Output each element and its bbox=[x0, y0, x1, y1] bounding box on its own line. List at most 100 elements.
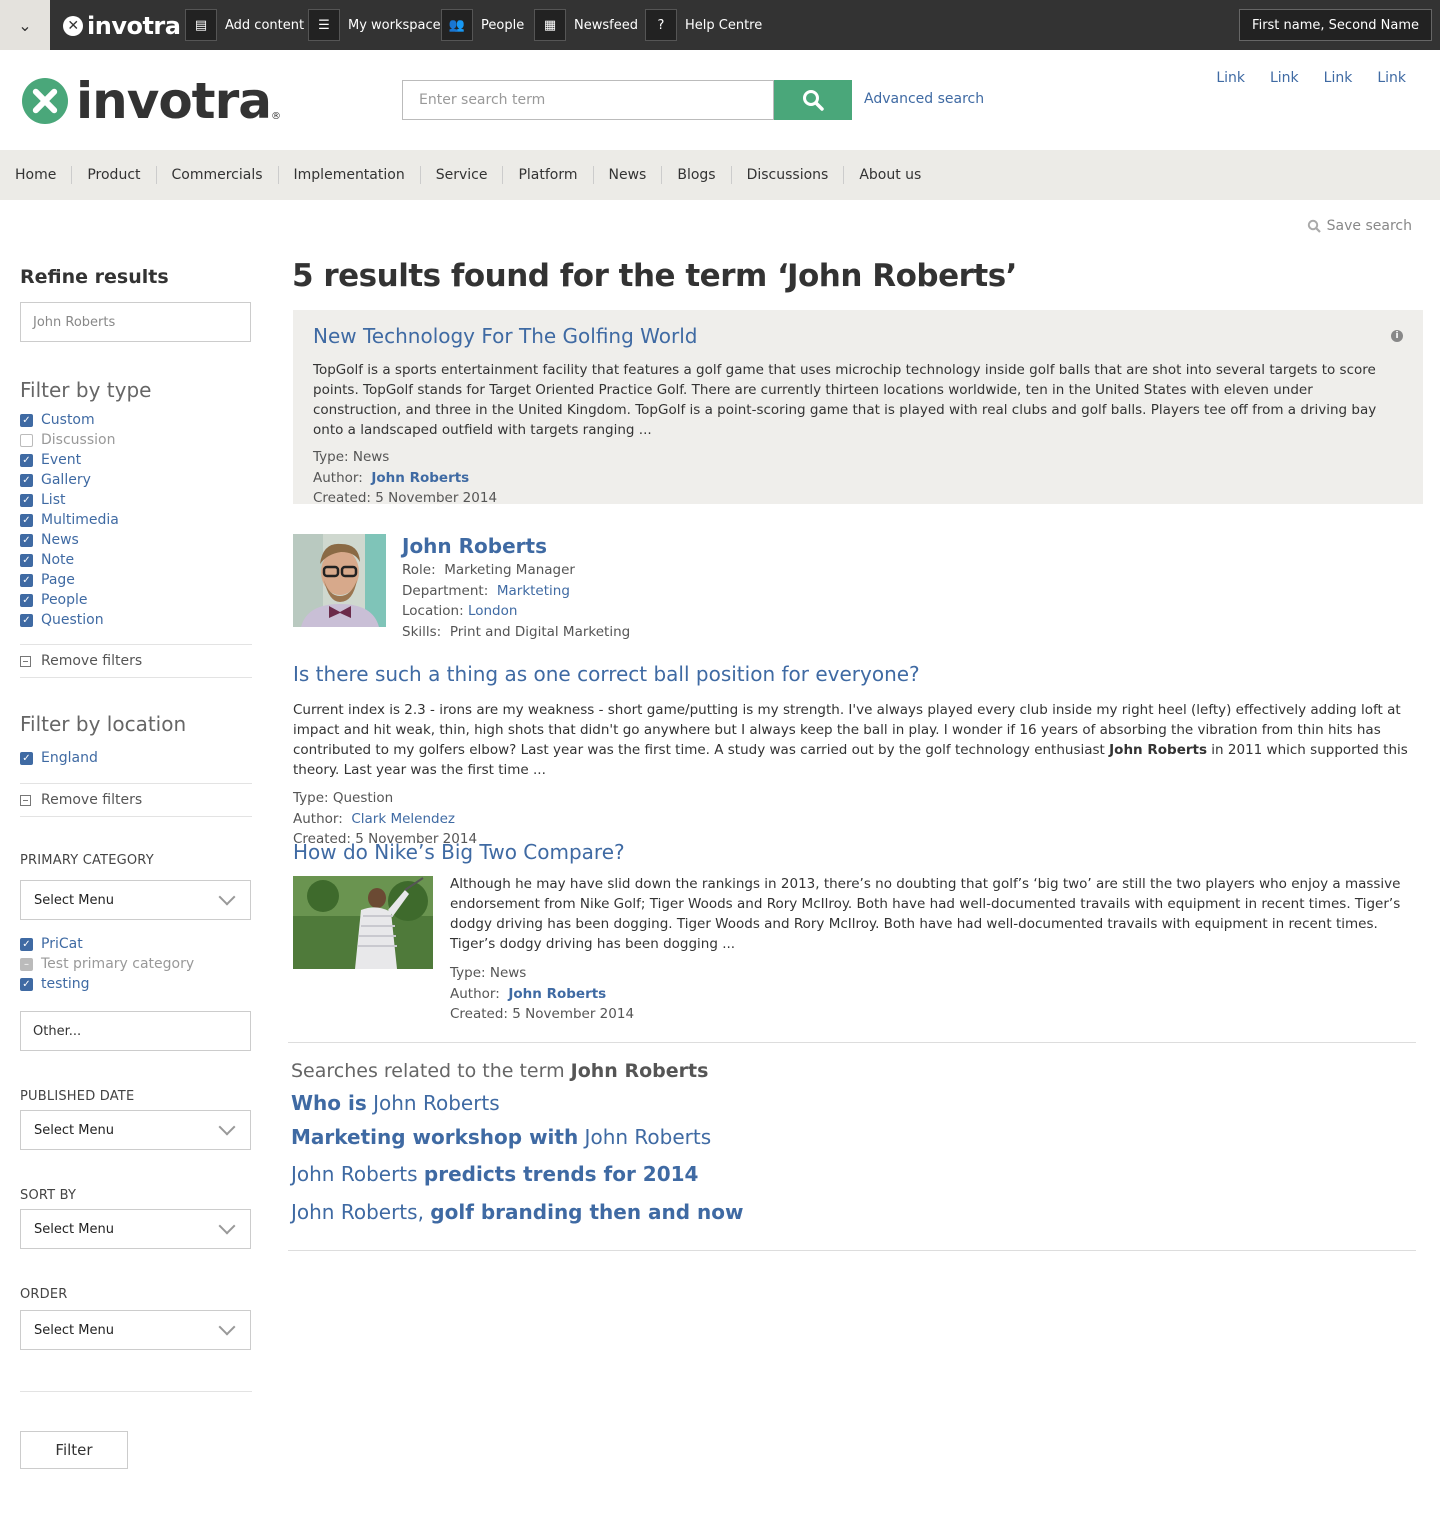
result-meta: Type: News Author: John Roberts Created:… bbox=[313, 449, 498, 506]
location-checkbox-england[interactable]: ✓ England bbox=[20, 748, 252, 768]
person-skills: Print and Digital Marketing bbox=[449, 623, 631, 640]
checkbox-checked-icon: ✓ bbox=[20, 513, 33, 527]
published-date-select[interactable]: Select Menu bbox=[20, 1110, 251, 1150]
nav-item-platform[interactable]: Platform bbox=[502, 166, 592, 184]
filter-button[interactable]: Filter bbox=[20, 1431, 128, 1469]
user-menu-button[interactable]: First name, Second Name bbox=[1239, 9, 1432, 41]
list-icon: ☰ bbox=[308, 9, 340, 41]
nav-item-product[interactable]: Product bbox=[71, 166, 155, 184]
double-chevron-down-icon: ⌄ bbox=[18, 15, 32, 35]
person-name-link[interactable]: John Roberts bbox=[402, 534, 547, 558]
minus-square-icon bbox=[20, 794, 31, 806]
checkbox-checked-icon: ✓ bbox=[20, 493, 33, 507]
result-created-date: 5 November 2014 bbox=[375, 490, 498, 506]
result-type: News bbox=[352, 449, 390, 465]
advanced-search-link[interactable]: Advanced search bbox=[864, 91, 984, 107]
nav-item-home[interactable]: Home bbox=[0, 166, 71, 184]
result-excerpt: Although he may have slid down the ranki… bbox=[450, 876, 1401, 952]
result-thumbnail[interactable] bbox=[293, 876, 433, 969]
header-link[interactable]: Link bbox=[1377, 70, 1406, 86]
type-checkbox-people[interactable]: ✓ People bbox=[20, 590, 252, 610]
chevron-down-icon bbox=[218, 1318, 236, 1336]
person-photo bbox=[293, 534, 386, 627]
type-checkbox-page[interactable]: ✓ Page bbox=[20, 570, 252, 590]
nav-item-commercials[interactable]: Commercials bbox=[155, 166, 278, 184]
checkbox-checked-icon: ✓ bbox=[20, 751, 33, 765]
category-checkbox-testing[interactable]: ✓ testing bbox=[20, 974, 252, 994]
related-searches-heading: Searches related to the term John Robert… bbox=[291, 1060, 709, 1082]
sort-by-select[interactable]: Select Menu bbox=[20, 1209, 251, 1249]
type-checkbox-multimedia[interactable]: ✓ Multimedia bbox=[20, 510, 252, 530]
toolbar-my-workspace[interactable]: ☰ My workspace bbox=[308, 0, 441, 50]
result-title-link[interactable]: How do Nike’s Big Two Compare? bbox=[293, 840, 625, 864]
remove-type-filters-button[interactable]: Remove filters bbox=[20, 644, 252, 678]
minus-square-icon bbox=[20, 655, 31, 667]
order-select[interactable]: Select Menu bbox=[20, 1310, 251, 1350]
header-link[interactable]: Link bbox=[1270, 70, 1299, 86]
search-result-question: Is there such a thing as one correct bal… bbox=[293, 662, 1413, 850]
refine-search-input[interactable]: John Roberts bbox=[20, 302, 251, 342]
nav-item-implementation[interactable]: Implementation bbox=[277, 166, 420, 184]
nav-item-service[interactable]: Service bbox=[419, 166, 503, 184]
related-search-link[interactable]: John Roberts predicts trends for 2014 bbox=[291, 1162, 698, 1186]
checkbox-checked-icon: ✓ bbox=[20, 453, 33, 467]
info-icon[interactable]: i bbox=[1391, 330, 1403, 342]
main-navigation: Home Product Commercials Implementation … bbox=[0, 150, 1440, 200]
chevron-down-icon bbox=[218, 1217, 236, 1235]
site-logo[interactable]: invotra ® bbox=[22, 72, 281, 130]
toolbar-toggle-button[interactable]: ⌄ bbox=[0, 0, 50, 50]
type-checkbox-list[interactable]: ✓ List bbox=[20, 490, 252, 510]
toolbar-people[interactable]: 👥 People bbox=[441, 0, 524, 50]
type-checkbox-event[interactable]: ✓ Event bbox=[20, 450, 252, 470]
related-search-link[interactable]: Who is John Roberts bbox=[291, 1091, 500, 1115]
search-input[interactable]: Enter search term bbox=[402, 80, 774, 120]
nav-item-discussions[interactable]: Discussions bbox=[730, 166, 844, 184]
save-search-link[interactable]: Save search bbox=[1307, 218, 1412, 234]
avatar[interactable] bbox=[293, 534, 386, 627]
search-button[interactable] bbox=[774, 80, 852, 120]
type-checkbox-custom[interactable]: ✓ Custom bbox=[20, 410, 252, 430]
related-search-link[interactable]: Marketing workshop with John Roberts bbox=[291, 1125, 711, 1149]
result-meta: Type: News Author: John Roberts Created:… bbox=[450, 965, 635, 1022]
toolbar-logo[interactable]: ✕ invotra bbox=[63, 12, 181, 40]
person-department-link[interactable]: Markteting bbox=[497, 583, 570, 599]
result-author-link[interactable]: Clark Melendez bbox=[351, 811, 455, 827]
chevron-down-icon bbox=[218, 1118, 236, 1136]
checkbox-checked-icon: ✓ bbox=[20, 413, 33, 427]
header-link[interactable]: Link bbox=[1216, 70, 1245, 86]
toolbar-add-content[interactable]: ▤ Add content bbox=[185, 0, 304, 50]
type-checkbox-news[interactable]: ✓ News bbox=[20, 530, 252, 550]
category-filter-list: ✓ PriCat – Test primary category ✓ testing bbox=[20, 934, 252, 994]
nav-item-about-us[interactable]: About us bbox=[843, 166, 936, 184]
filter-by-type-heading: Filter by type bbox=[20, 378, 152, 402]
nav-item-news[interactable]: News bbox=[592, 166, 662, 184]
search-icon bbox=[1307, 219, 1321, 233]
type-checkbox-gallery[interactable]: ✓ Gallery bbox=[20, 470, 252, 490]
result-title-link[interactable]: Is there such a thing as one correct bal… bbox=[293, 662, 920, 686]
other-category-input[interactable]: Other... bbox=[20, 1011, 251, 1051]
type-checkbox-question[interactable]: ✓ Question bbox=[20, 610, 252, 630]
primary-category-select[interactable]: Select Menu bbox=[20, 880, 251, 920]
toolbar-help-centre[interactable]: ? Help Centre bbox=[645, 0, 762, 50]
nav-item-blogs[interactable]: Blogs bbox=[661, 166, 730, 184]
related-search-link[interactable]: John Roberts, golf branding then and now bbox=[291, 1200, 744, 1224]
result-author-link[interactable]: John Roberts bbox=[508, 986, 606, 1002]
order-label: ORDER bbox=[20, 1287, 68, 1302]
refine-results-heading: Refine results bbox=[20, 266, 169, 288]
person-details: John Roberts Role: Marketing Manager Dep… bbox=[402, 534, 631, 640]
checkbox-checked-icon: ✓ bbox=[20, 593, 33, 607]
header-link[interactable]: Link bbox=[1324, 70, 1353, 86]
result-author-link[interactable]: John Roberts bbox=[371, 470, 469, 486]
type-checkbox-note[interactable]: ✓ Note bbox=[20, 550, 252, 570]
search-result-news: How do Nike’s Big Two Compare? Although … bbox=[293, 840, 1423, 1022]
newspaper-icon: ▦ bbox=[534, 9, 566, 41]
toolbar-newsfeed[interactable]: ▦ Newsfeed bbox=[534, 0, 638, 50]
result-title-link[interactable]: New Technology For The Golfing World bbox=[313, 324, 697, 348]
sort-by-label: SORT BY bbox=[20, 1188, 77, 1203]
category-checkbox-test-primary[interactable]: – Test primary category bbox=[20, 954, 252, 974]
remove-location-filters-button[interactable]: Remove filters bbox=[20, 783, 252, 817]
category-checkbox-pricat[interactable]: ✓ PriCat bbox=[20, 934, 252, 954]
person-location-link[interactable]: London bbox=[468, 603, 518, 619]
result-created-date: 5 November 2014 bbox=[512, 1006, 635, 1022]
type-checkbox-discussion[interactable]: Discussion bbox=[20, 430, 252, 450]
